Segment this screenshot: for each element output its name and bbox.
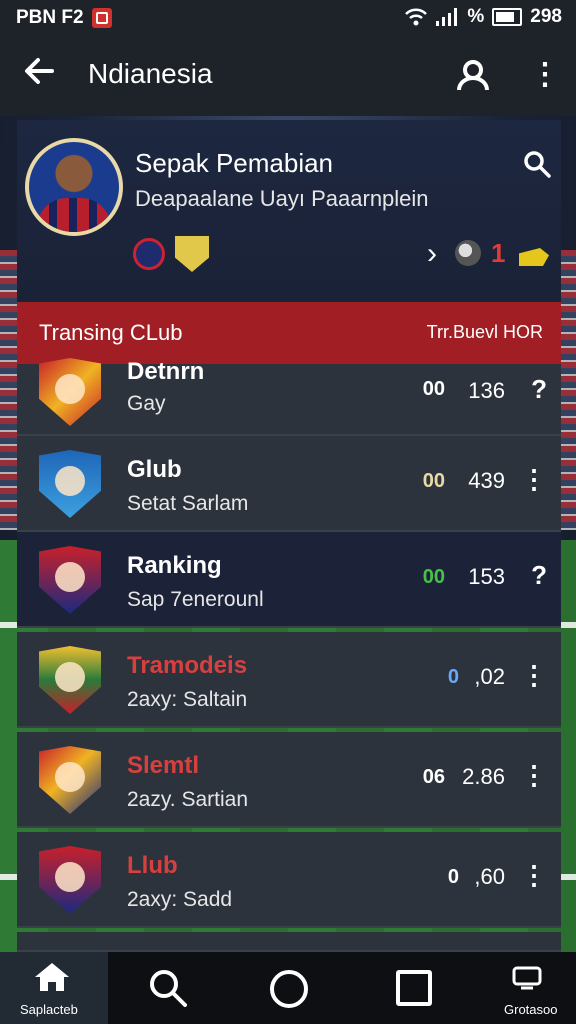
coin-icon: 00 [422,378,445,400]
search-icon[interactable] [148,968,188,1008]
row-subtitle: 2axy: Saltain [127,688,248,711]
row-title: Ranking [127,552,222,579]
row-more-icon[interactable]: ⋮ [521,464,547,495]
club-crest-icon [39,646,101,714]
crowd-left [0,250,18,530]
app-bar: Ndianesia ⋮ [0,36,576,116]
profile-subtitle: Deapaalane Uayı Paaarnplein [135,186,429,211]
row-subtitle: 2axy: Sadd [127,888,233,911]
game-icon[interactable] [512,966,542,990]
club-badge-icon[interactable] [133,238,165,270]
row-subtitle: Setat Sarlam [127,492,249,515]
list-item[interactable]: Detnrn Gay 00 136 ? [17,358,561,436]
row-value: ,60 [474,864,505,889]
row-title: Llub [127,852,178,879]
more-vert-icon[interactable]: ⋮ [530,58,560,92]
home-icon [35,963,69,991]
signal-icon [436,8,458,26]
coin-icon: 00 [422,566,445,588]
status-time: 298 [530,6,562,27]
arrow-left-icon[interactable] [22,54,56,96]
row-title: Glub [127,456,182,483]
section-right-label[interactable]: Trr.Buevl HOR [427,322,543,343]
nav-game-label: Grotasoo [504,1002,558,1017]
club-crest-icon [39,358,101,426]
list-item[interactable]: Slemtl 2azy. Sartian 06 2.86 ⋮ [17,732,561,828]
screen-record-icon [91,8,112,28]
row-value: 2.86 [462,764,505,789]
club-crest-icon [39,846,101,914]
avatar[interactable] [25,138,123,236]
row-value: 439 [468,468,505,493]
section-label: Transing CLub [39,320,183,345]
list-item[interactable]: Glub Setat Sarlam 00 439 ⋮ [17,436,561,532]
profile-card: Sepak Pemabian Deapaalane Uayı Paaarnple… [17,120,561,308]
status-bar: PBN F2 % 298 [0,0,576,36]
row-more-icon[interactable]: ⋮ [521,660,547,691]
club-crest-icon [39,746,101,814]
row-value: ,02 [474,664,505,689]
list-item[interactable]: Llub 2axy: Sadd 0 ,60 ⋮ [17,832,561,928]
list-item[interactable]: Ranking Sap 7enerounl 00 153 ? [17,532,561,628]
row-more-icon[interactable]: ⋮ [521,860,547,891]
user-icon[interactable] [456,58,490,92]
status-left-text: PBN F2 [16,7,84,28]
notification-count: 1 [491,238,506,268]
battery-percent: % [467,6,485,27]
wifi-icon [405,8,428,26]
ball-icon [455,240,481,266]
club-crest-icon [39,546,101,614]
cap-icon [519,248,549,266]
bottom-nav: Saplacteb Grotasoo [0,952,576,1024]
row-subtitle: 2azy. Sartian [127,788,249,811]
coin-icon: 00 [422,470,445,492]
shield-badge-icon[interactable] [175,236,209,272]
coin-icon: 0 [447,666,459,688]
chevron-right-icon[interactable]: › [427,238,437,270]
row-subtitle: Sap 7enerounl [127,588,264,611]
battery-icon [492,8,523,26]
row-more-icon[interactable]: ? [531,374,547,405]
row-title: Slemtl [127,752,200,779]
club-crest-icon [39,450,101,518]
row-subtitle: Gay [127,392,166,415]
search-icon[interactable] [523,150,551,178]
page-title: Ndianesia [88,58,213,89]
coin-icon: 06 [422,766,445,788]
recents-square-icon[interactable] [396,970,432,1006]
coin-icon: 0 [447,866,459,888]
home-circle-icon[interactable] [270,970,308,1008]
row-value: 153 [468,564,505,589]
row-title: Detnrn [127,358,205,385]
list-item[interactable]: Tramodeis 2axy: Saltain 0 ,02 ⋮ [17,632,561,728]
list-item[interactable] [17,932,561,952]
row-more-icon[interactable]: ⋮ [521,760,547,791]
row-more-icon[interactable]: ? [531,560,547,591]
nav-home[interactable]: Saplacteb [0,952,108,1024]
section-header: Transing CLub Trr.Buevl HOR [17,302,561,364]
row-value: 136 [468,378,505,403]
nav-home-label: Saplacteb [20,1002,78,1017]
profile-name: Sepak Pemabian [135,148,334,178]
row-title: Tramodeis [127,652,248,679]
